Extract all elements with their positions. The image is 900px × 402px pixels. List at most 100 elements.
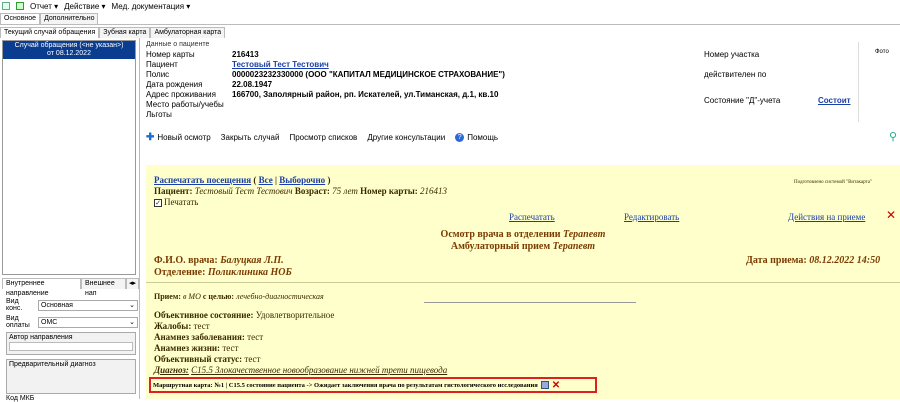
divider [424, 302, 636, 303]
payment-type-select[interactable]: ОМС ⌄ [38, 316, 138, 328]
state-line: Объективное состояние: Удовлетворительно… [154, 310, 334, 321]
referral-author-field[interactable]: Автор направления [6, 332, 136, 355]
print-selective-link[interactable]: Выборочно [279, 175, 325, 185]
edit-icon[interactable] [540, 381, 549, 389]
payment-type-label: Вид оплаты [6, 315, 30, 329]
valid-label: действителен по [704, 70, 767, 79]
menu-action[interactable]: Действие ▾ [64, 2, 105, 11]
tab-main[interactable]: Основное [0, 13, 41, 24]
divider [0, 24, 900, 25]
doctor-label: Ф.И.О. врача: [154, 255, 218, 266]
consult-type-select[interactable]: Основная ⌄ [38, 299, 138, 311]
delete-icon[interactable]: ✕ [552, 380, 560, 391]
consult-type-value: Основная [41, 301, 73, 309]
reception-in: в МО [182, 292, 201, 301]
tab-additional[interactable]: Дополнительно [40, 13, 99, 24]
case-list-item[interactable]: Случай обращения (<не указан>) от 08.12.… [3, 41, 135, 59]
address-value: 166700, Заполярный район, рп. Искателей,… [232, 90, 499, 99]
system-note: Подготовлено системой "Витакарта" [794, 180, 873, 185]
tab-current-case[interactable]: Текущий случай обращения [0, 27, 100, 38]
save-icon[interactable] [16, 2, 24, 10]
dob-value: 22.08.1947 [232, 80, 273, 89]
close-icon[interactable]: ✕ [886, 209, 896, 221]
consult-type-row: Вид конс. Основная ⌄ [6, 298, 138, 312]
dob-label: Дата рождения [146, 80, 203, 89]
dept-label: Отделение: [154, 267, 206, 278]
menu-report[interactable]: Отчет ▾ [30, 2, 58, 11]
tab-internal-referral[interactable]: Внутреннее направление [2, 278, 82, 297]
window-icon [2, 2, 10, 10]
status-value: тест [244, 354, 261, 364]
toolbar: ✚ Новый осмотр Закрыть случай Просмотр с… [146, 130, 900, 144]
other-consults-button[interactable]: Другие консультации [367, 133, 445, 142]
left-panel: Случай обращения (<не указан>) от 08.12.… [0, 38, 140, 402]
print-visits-link[interactable]: Распечатать посещения [154, 175, 251, 185]
reception-goal: лечебно-диагностическая [236, 292, 324, 301]
doc-card: 216413 [420, 186, 448, 196]
visit-document: Распечатать посещения ( Все | Выборочно … [146, 165, 900, 399]
doctor-name: Балуцкая Л.П. [220, 255, 284, 266]
d-status-link[interactable]: Состоит [818, 96, 851, 106]
policy-value: 0000023232330000 (ООО "КАПИТАЛ МЕДИЦИНСК… [232, 70, 505, 79]
print-visits-row: Распечатать посещения ( Все | Выборочно … [154, 175, 331, 185]
dept-line: Отделение: Поликлиника НОБ [154, 267, 292, 278]
doc-patient-name: Тестовый Тест Тестович [194, 186, 293, 196]
document-area: Распечатать посещения ( Все | Выборочно … [146, 148, 900, 399]
payment-type-row: Вид оплаты ОМС ⌄ [6, 315, 138, 329]
print-link[interactable]: Распечатать [509, 212, 555, 223]
d-status-label: Состояние "Д"-учета [704, 96, 781, 105]
payment-type-value: ОМС [41, 318, 58, 326]
divider [146, 282, 900, 283]
life-label: Анамнез жизни: [154, 343, 221, 353]
dept-value: Поликлиника НОБ [207, 267, 292, 278]
reception-line: Прием: в МО с целью: лечебно-диагностиче… [154, 291, 324, 302]
print-all-link[interactable]: Все [259, 175, 273, 185]
main-tabs: Основное Дополнительно [0, 13, 99, 24]
referral-author-input[interactable] [9, 342, 133, 351]
help-icon: ? [455, 132, 465, 142]
help-button[interactable]: ? Помощь [455, 132, 498, 142]
pre-diagnosis-field[interactable]: Предварительный диагноз [6, 359, 136, 394]
menu-med-docs[interactable]: Мед. документация ▾ [112, 2, 191, 11]
search-icon[interactable]: ⚲ [889, 130, 897, 143]
date-label: Дата приема: [746, 255, 807, 266]
state-value: Удовлетворительное [255, 310, 335, 320]
view-lists-button[interactable]: Просмотр списков [289, 133, 357, 142]
menu-bar: Отчет ▾ Действие ▾ Мед. документация ▾ [0, 0, 900, 12]
anamnesis-label: Анамнез заболевания: [154, 332, 245, 342]
edit-link[interactable]: Редактировать [624, 212, 679, 223]
chevron-down-icon: ⌄ [129, 319, 135, 326]
print-checkbox[interactable]: ✓ [154, 198, 162, 207]
case-list[interactable]: Случай обращения (<не указан>) от 08.12.… [2, 40, 136, 275]
policy-label: Полис [146, 70, 170, 79]
tab-dental-card[interactable]: Зубная карта [99, 27, 151, 38]
new-visit-button[interactable]: ✚ Новый осмотр [146, 132, 211, 143]
close-case-label: Закрыть случай [220, 132, 280, 142]
photo-label: Фото [875, 49, 889, 55]
tab-outpatient-card[interactable]: Амбулаторная карта [150, 27, 226, 38]
actions-link[interactable]: Действия на приеме [788, 212, 865, 223]
new-visit-label: Новый осмотр [157, 132, 211, 142]
referral-author-label: Автор направления [9, 334, 73, 341]
patient-name-link[interactable]: Тестовый Тест Тестович [232, 60, 329, 70]
sub-tabs: Текущий случай обращения Зубная карта Ам… [0, 27, 226, 38]
route-card: Маршрутная карта: №1 | C15.5 состояние п… [149, 377, 597, 393]
visit-type: Амбулаторный прием Терапевт [146, 241, 900, 252]
tab-external-referral[interactable]: Внешнее нап [81, 278, 126, 297]
complaints-label: Жалобы: [154, 321, 192, 331]
diagnosis-value: C15.5 Злокачественное новообразование ни… [191, 365, 448, 375]
route-card-text: Маршрутная карта: №1 | C15.5 состояние п… [153, 381, 538, 389]
doc-age: 75 лет [332, 186, 358, 196]
card-number: 216413 [232, 50, 259, 59]
diagnosis-line: Диагноз: C15.5 Злокачественное новообраз… [154, 365, 447, 376]
photo-box: Фото [858, 42, 900, 122]
tab-scroll-arrows[interactable]: ◂▸ [125, 278, 139, 289]
reception-goal-label: с целью: [202, 292, 235, 301]
close-case-button[interactable]: Закрыть случай [221, 133, 280, 142]
visit-type-spec: Терапевт [552, 241, 596, 252]
other-consults-label: Другие консультации [367, 132, 446, 142]
state-label: Объективное состояние: [154, 310, 254, 320]
date-value: 08.12.2022 14:50 [809, 255, 881, 266]
reception-label: Прием: [154, 292, 181, 301]
card-label: Номер карты [146, 50, 195, 59]
